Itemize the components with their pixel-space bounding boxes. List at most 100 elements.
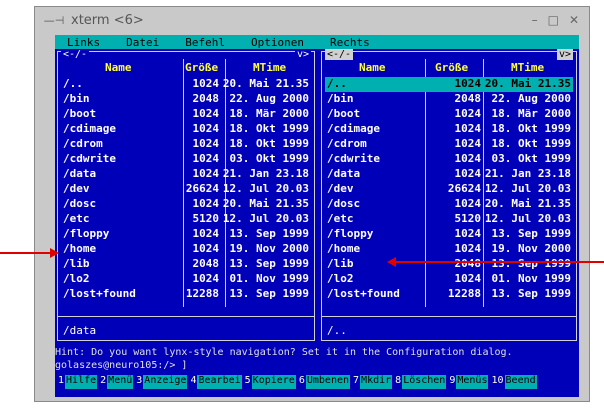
fkey-number: 2 [100, 375, 107, 386]
header-size[interactable]: Größe [435, 61, 468, 74]
header-mtime[interactable]: MTime [253, 61, 286, 74]
file-name: /etc [327, 212, 354, 225]
file-name: /lost+found [63, 287, 136, 300]
header-mtime[interactable]: MTime [511, 61, 544, 74]
file-row[interactable]: /bin 2048 22. Aug 2000 [61, 92, 311, 107]
right-panel[interactable]: <-/- v> Name Größe MTime /.. 1024 20. Mai … [319, 49, 579, 343]
file-size: 1024 [192, 167, 220, 180]
file-row[interactable]: /lost+found 12288 13. Sep 1999 [61, 287, 311, 302]
header-name[interactable]: Name [105, 61, 132, 74]
file-row[interactable]: /cdimage 1024 18. Okt 1999 [325, 122, 573, 137]
file-size: 5120 [192, 212, 220, 225]
fkey-7[interactable]: 7 Mkdir [350, 375, 393, 389]
minimize-button[interactable]: – [532, 13, 538, 27]
file-row[interactable]: /etc 5120 12. Jul 20.03 [325, 212, 573, 227]
menu-befehl[interactable]: Befehl [185, 36, 225, 49]
panel-history-indicator[interactable]: <-/- [325, 49, 354, 60]
file-row[interactable]: /floppy 1024 13. Sep 1999 [325, 227, 573, 242]
file-size: 12288 [447, 287, 481, 300]
file-row[interactable]: /cdrom 1024 18. Okt 1999 [61, 137, 311, 152]
file-row[interactable]: /lib 2048 13. Sep 1999 [325, 257, 573, 272]
terminal-area[interactable]: Links Datei Befehl Optionen Rechts <-/- … [55, 35, 579, 397]
menu-optionen[interactable]: Optionen [251, 36, 304, 49]
fkey-3[interactable]: 3 Anzeige [133, 375, 188, 389]
file-row[interactable]: /lib 2048 13. Sep 1999 [61, 257, 311, 272]
file-row[interactable]: /dosc 1024 20. Mai 21.35 [61, 197, 311, 212]
file-row[interactable]: /data 1024 21. Jan 23.18 [325, 167, 573, 182]
command-prompt[interactable]: golaszes@neuro105:/> ] [55, 360, 187, 371]
file-size: 1024 [454, 197, 482, 210]
file-row[interactable]: /lost+found 12288 13. Sep 1999 [325, 287, 573, 302]
file-size: 2048 [192, 257, 220, 270]
file-mtime: 20. Mai 21.35 [484, 197, 571, 210]
file-row[interactable]: /dev 26624 12. Jul 20.03 [325, 182, 573, 197]
fkey-4[interactable]: 4 Bearbei [187, 375, 242, 389]
fkey-9[interactable]: 9 Menüs [446, 375, 489, 389]
file-name: /boot [63, 107, 97, 120]
file-row[interactable]: /etc 5120 12. Jul 20.03 [61, 212, 311, 227]
file-mtime: 19. Nov 2000 [491, 242, 571, 255]
fkey-number: 10 [491, 375, 504, 386]
column-headers: Name Größe MTime [325, 61, 573, 75]
fkey-10[interactable]: 10 Beend [488, 375, 537, 389]
title-bar[interactable]: —⊣ xterm <6> – □ ✕ [35, 7, 589, 33]
fkey-2[interactable]: 2 Menü [97, 375, 134, 389]
file-size: 12288 [185, 287, 219, 300]
file-size: 26624 [185, 182, 219, 195]
file-row[interactable]: /boot 1024 18. Mär 2000 [325, 107, 573, 122]
panel-history-indicator[interactable]: <-/- [61, 49, 90, 60]
file-row[interactable]: /home 1024 19. Nov 2000 [325, 242, 573, 257]
panel-scroll-indicator[interactable]: v> [556, 49, 573, 60]
panel-current-entry: /.. [327, 324, 347, 337]
left-panel[interactable]: <-/- v> Name Größe MTime /.. 1024 20. Mai … [55, 49, 317, 343]
close-button[interactable]: ✕ [569, 13, 579, 27]
file-row[interactable]: /cdrom 1024 18. Okt 1999 [325, 137, 573, 152]
file-name: /cdrom [63, 137, 103, 150]
fkey-label: Bearbei [197, 375, 242, 389]
file-size: 1024 [192, 227, 220, 240]
panel-current-entry: /data [63, 324, 97, 337]
file-row[interactable]: /dosc 1024 20. Mai 21.35 [325, 197, 573, 212]
fkey-6[interactable]: 6 Umbenen [296, 375, 351, 389]
file-name: /floppy [63, 227, 110, 240]
fkey-5[interactable]: 5 Kopiere [242, 375, 296, 389]
file-mtime: 21. Jan 23.18 [222, 167, 309, 180]
file-name: /lib [327, 257, 354, 270]
maximize-button[interactable]: □ [548, 13, 559, 27]
fkey-1[interactable]: 1 Hilfe [55, 375, 98, 389]
file-row[interactable]: /data 1024 21. Jan 23.18 [61, 167, 311, 182]
file-row[interactable]: /.. 1024 20. Mai 21.35 [61, 77, 311, 92]
fkey-number: 4 [190, 375, 197, 386]
file-name: /.. [63, 77, 83, 90]
window-menu-icon[interactable]: —⊣ [43, 14, 65, 27]
menu-datei[interactable]: Datei [126, 36, 159, 49]
file-row[interactable]: /floppy 1024 13. Sep 1999 [61, 227, 311, 242]
file-name: /bin [63, 92, 90, 105]
file-row[interactable]: /.. 1024 20. Mai 21.35 [325, 77, 573, 92]
panel-scroll-indicator[interactable]: v> [294, 49, 311, 60]
file-size: 1024 [454, 167, 482, 180]
file-mtime: 18. Okt 1999 [229, 122, 309, 135]
file-row[interactable]: /bin 2048 22. Aug 2000 [325, 92, 573, 107]
file-size: 1024 [192, 152, 220, 165]
menu-rechts[interactable]: Rechts [330, 36, 370, 49]
file-mtime: 12. Jul 20.03 [222, 212, 309, 225]
file-row[interactable]: /boot 1024 18. Mär 2000 [61, 107, 311, 122]
menu-links[interactable]: Links [67, 36, 100, 49]
header-name[interactable]: Name [359, 61, 386, 74]
menu-bar: Links Datei Befehl Optionen Rechts [55, 35, 579, 49]
fkey-8[interactable]: 8 Löschen [392, 375, 447, 389]
file-row[interactable]: /lo2 1024 01. Nov 1999 [61, 272, 311, 287]
file-row[interactable]: /lo2 1024 01. Nov 1999 [325, 272, 573, 287]
file-row[interactable]: /dev 26624 12. Jul 20.03 [61, 182, 311, 197]
file-name: /lo2 [327, 272, 354, 285]
file-name: /.. [327, 77, 347, 90]
file-mtime: 18. Okt 1999 [229, 137, 309, 150]
file-row[interactable]: /cdimage 1024 18. Okt 1999 [61, 122, 311, 137]
file-mtime: 12. Jul 20.03 [484, 182, 571, 195]
file-name: /cdwrite [327, 152, 380, 165]
file-row[interactable]: /cdwrite 1024 03. Okt 1999 [61, 152, 311, 167]
file-row[interactable]: /cdwrite 1024 03. Okt 1999 [325, 152, 573, 167]
header-size[interactable]: Größe [185, 61, 218, 74]
file-row[interactable]: /home 1024 19. Nov 2000 [61, 242, 311, 257]
